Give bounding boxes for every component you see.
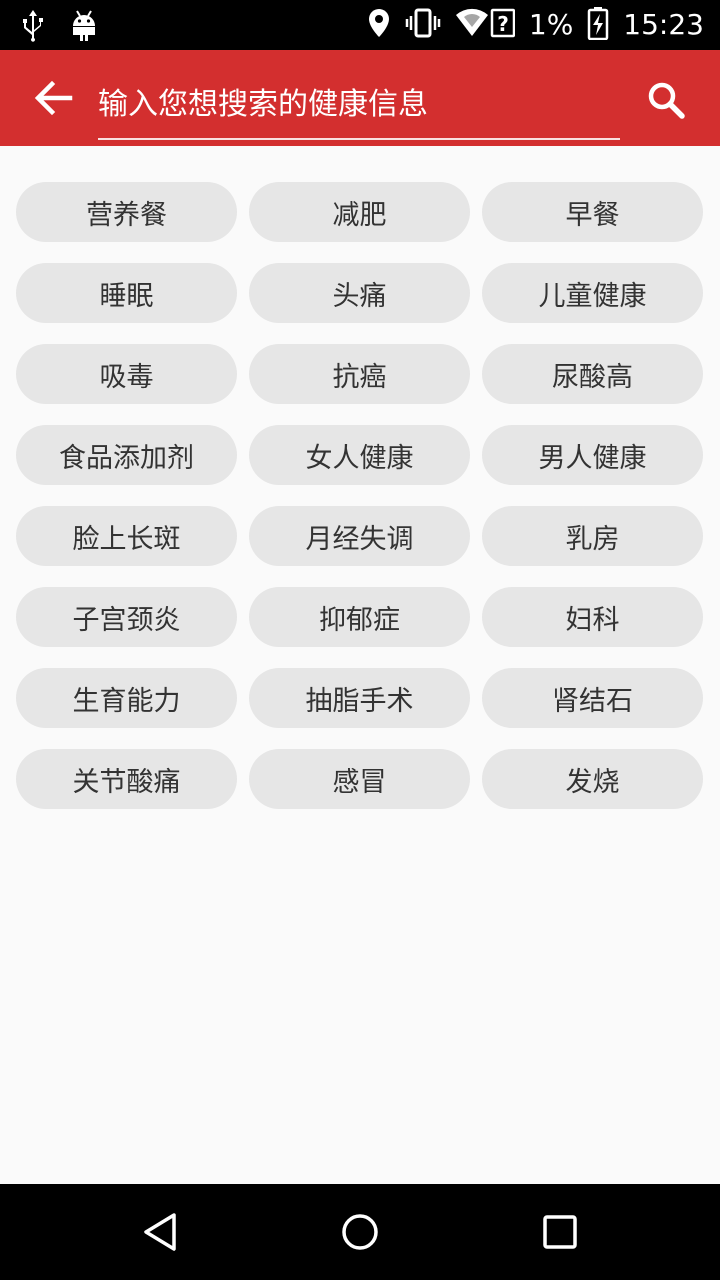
recents-square-icon (543, 1215, 577, 1249)
back-triangle-icon (144, 1213, 176, 1251)
clock: 15:23 (623, 8, 704, 41)
hot-search-tags: 营养餐 减肥 早餐 睡眠 头痛 儿童健康 吸毒 抗癌 尿酸高 食品添加剂 女人健… (16, 182, 704, 809)
tag-chip[interactable]: 食品添加剂 (16, 425, 237, 485)
location-icon (367, 7, 391, 43)
search-icon (648, 82, 685, 119)
android-debug-icon (70, 8, 98, 46)
home-circle-icon (342, 1214, 378, 1250)
tag-chip[interactable]: 睡眠 (16, 263, 237, 323)
tag-chip[interactable]: 男人健康 (482, 425, 703, 485)
tag-chip[interactable]: 乳房 (482, 506, 703, 566)
tag-chip[interactable]: 妇科 (482, 587, 703, 647)
tag-chip[interactable]: 儿童健康 (482, 263, 703, 323)
back-button[interactable] (26, 72, 82, 124)
tag-chip[interactable]: 发烧 (482, 749, 703, 809)
svg-text:?: ? (497, 12, 509, 36)
search-field-wrapper (98, 70, 620, 140)
tag-chip[interactable]: 吸毒 (16, 344, 237, 404)
tag-chip[interactable]: 月经失调 (249, 506, 470, 566)
battery-percent: 1% (528, 8, 574, 41)
usb-icon (20, 8, 46, 46)
search-input[interactable] (98, 70, 620, 138)
tag-chip[interactable]: 子宫颈炎 (16, 587, 237, 647)
tag-chip[interactable]: 抽脂手术 (249, 668, 470, 728)
tag-chip[interactable]: 感冒 (249, 749, 470, 809)
tag-chip[interactable]: 早餐 (482, 182, 703, 242)
vibrate-icon (405, 7, 441, 43)
search-button[interactable] (638, 72, 694, 128)
status-right-icons: ? 1% 15:23 (367, 6, 704, 44)
nav-recents-button[interactable] (536, 1208, 584, 1256)
tag-chip[interactable]: 关节酸痛 (16, 749, 237, 809)
back-arrow-icon (34, 80, 73, 116)
nav-home-button[interactable] (336, 1208, 384, 1256)
wifi-unknown-icon: ? (455, 7, 516, 43)
tag-chip[interactable]: 减肥 (249, 182, 470, 242)
app-bar (0, 50, 720, 146)
tag-chip[interactable]: 肾结石 (482, 668, 703, 728)
battery-charging-icon (587, 6, 609, 44)
tag-chip[interactable]: 尿酸高 (482, 344, 703, 404)
navigation-bar (0, 1184, 720, 1280)
tag-chip[interactable]: 女人健康 (249, 425, 470, 485)
status-left-icons (20, 8, 98, 46)
tag-chip[interactable]: 抗癌 (249, 344, 470, 404)
tag-chip[interactable]: 营养餐 (16, 182, 237, 242)
tag-chip[interactable]: 脸上长斑 (16, 506, 237, 566)
tag-chip[interactable]: 头痛 (249, 263, 470, 323)
status-bar: ? 1% 15:23 (0, 0, 720, 50)
nav-back-button[interactable] (136, 1208, 184, 1256)
tag-chip[interactable]: 生育能力 (16, 668, 237, 728)
tag-chip[interactable]: 抑郁症 (249, 587, 470, 647)
